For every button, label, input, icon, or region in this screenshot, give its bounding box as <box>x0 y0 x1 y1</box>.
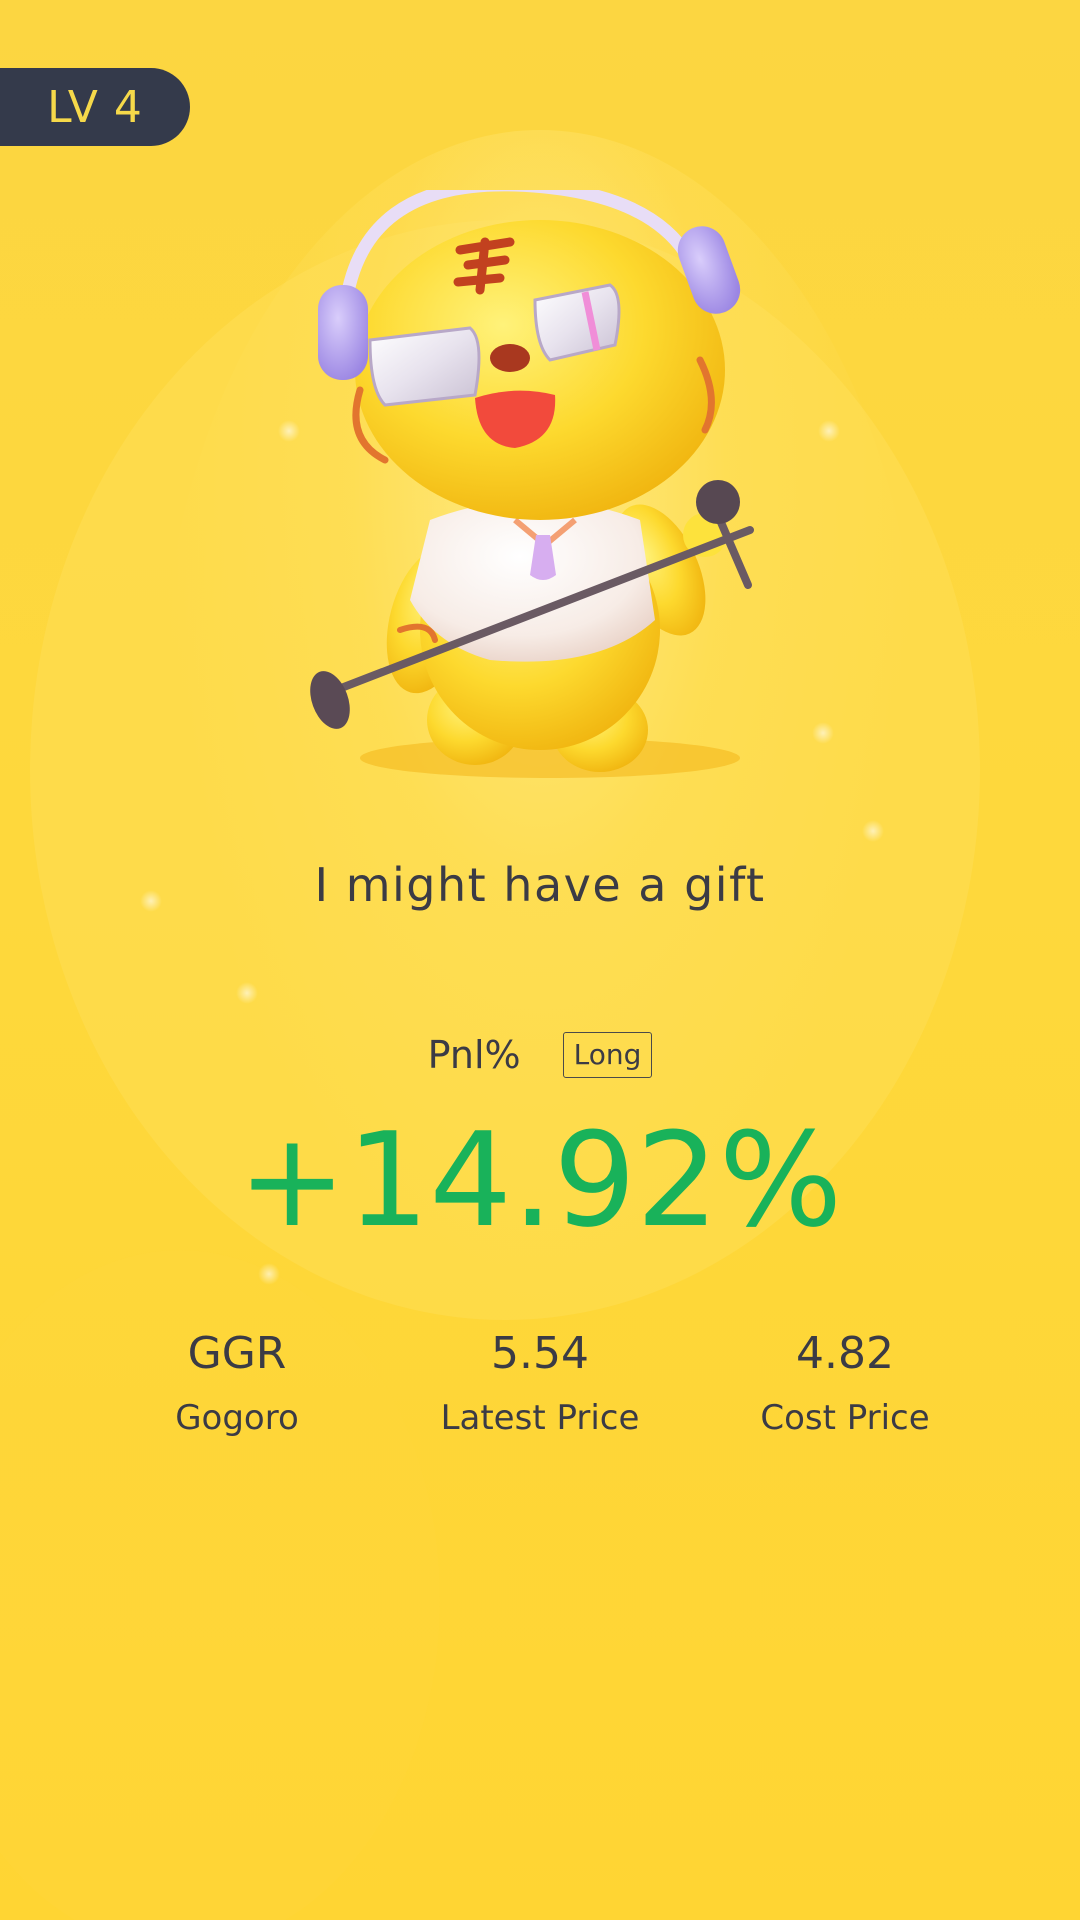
sparkle <box>258 1263 280 1285</box>
cost-price-label: Cost Price <box>760 1398 930 1438</box>
sparkle <box>818 420 840 442</box>
tiger-mascot-icon <box>310 190 754 778</box>
pnl-header: Pnl% Long <box>0 1032 1080 1078</box>
latest-price-label: Latest Price <box>440 1398 640 1438</box>
position-type-tag: Long <box>562 1032 653 1078</box>
caption-text: I might have a gift <box>314 858 766 912</box>
pnl-label: Pnl% <box>427 1033 521 1077</box>
level-text: LV 4 <box>47 81 143 133</box>
share-card: LV 4 I might have a gift Pnl% Long +14.9… <box>0 0 1080 1920</box>
sparkle <box>278 420 300 442</box>
level-badge: LV 4 <box>0 68 190 146</box>
stat-latest-price: 5.54 Latest Price <box>390 1328 690 1438</box>
stat-ticker: GGR Gogoro <box>87 1328 387 1438</box>
latest-price-value: 5.54 <box>491 1328 589 1379</box>
cost-price-value: 4.82 <box>796 1328 894 1379</box>
stats-row: GGR Gogoro 5.54 Latest Price 4.82 Cost P… <box>0 1328 1080 1448</box>
sparkle <box>236 982 258 1004</box>
sparkle <box>862 820 884 842</box>
stat-cost-price: 4.82 Cost Price <box>695 1328 995 1438</box>
sparkle <box>812 722 834 744</box>
ticker-symbol: GGR <box>187 1328 287 1379</box>
pnl-value: +14.92% <box>237 1104 843 1256</box>
company-name: Gogoro <box>175 1398 299 1438</box>
